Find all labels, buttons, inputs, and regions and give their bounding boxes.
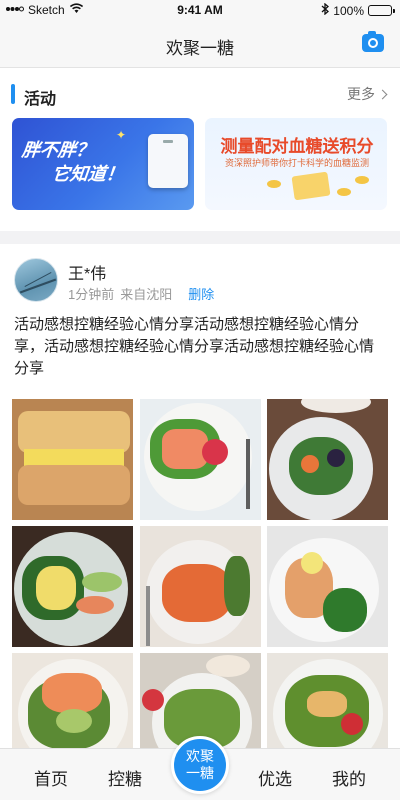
post-text: 活动感想控糖经验心情分享活动感想控糖经验心情分享，活动感想控糖经验心情分享活动感… [14, 316, 375, 377]
activity-section: 活动 更多 胖不胖？ 它知道！ ✦ 测量配对血糖送积分 资深照护师带你打卡科学的… [0, 68, 400, 231]
center-tab-line2: 一糖 [186, 765, 214, 781]
status-right: 100% [321, 2, 395, 18]
post-username[interactable]: 王*伟 [68, 260, 106, 284]
page-title: 欢聚一糖 [166, 39, 234, 58]
post-photo[interactable] [140, 526, 261, 647]
post-meta: 1分钟前 来自沈阳 删除 [68, 284, 214, 303]
center-tab-button[interactable]: 欢聚 一糖 [171, 736, 229, 794]
banner-line2: 它知道！ [50, 164, 125, 184]
post-photo[interactable] [267, 399, 388, 520]
activity-title: 活动 [24, 91, 57, 108]
coin-icon [337, 188, 351, 196]
post-photo[interactable] [267, 653, 388, 748]
more-link[interactable]: 更多 [347, 84, 388, 104]
topping [307, 691, 347, 717]
banner-subtitle: 资深照护师带你打卡科学的血糖监测 [224, 158, 369, 168]
salmon [162, 429, 208, 469]
scale-icon [148, 134, 188, 188]
post-photo[interactable] [140, 399, 261, 520]
feed-post: 王*伟 1分钟前 来自沈阳 删除 活动感想控糖经验心情分享活动感想控糖经验心情分… [0, 244, 400, 748]
status-bar: Sketch 9:41 AM 100% [0, 0, 400, 22]
radish [202, 439, 228, 465]
more-label: 更多 [347, 86, 375, 102]
post-photo[interactable] [12, 653, 133, 748]
wallet-icon [291, 171, 331, 201]
post-photo[interactable] [267, 526, 388, 647]
battery-percent: 100% [333, 3, 364, 18]
chevron-right-icon [377, 89, 388, 99]
carrot [301, 455, 319, 473]
activity-banner-scale[interactable]: 胖不胖？ 它知道！ ✦ [12, 118, 194, 210]
olive [327, 449, 345, 467]
avocado [82, 572, 122, 592]
coin-icon [355, 176, 369, 184]
lemon [301, 552, 323, 574]
dish [206, 655, 250, 677]
post-photo[interactable] [12, 399, 133, 520]
navigation-bar: 欢聚一糖 [0, 22, 400, 68]
sparkle-icon: ✦ [116, 128, 127, 142]
shrimp [162, 564, 232, 622]
strawberry [142, 689, 164, 711]
fork [246, 439, 250, 509]
post-photo[interactable] [140, 653, 261, 748]
post-photo[interactable] [12, 526, 133, 647]
center-tab-line1: 欢聚 [186, 748, 214, 764]
tab-home[interactable]: 首页 [16, 765, 86, 790]
greens [224, 556, 250, 616]
broccoli [323, 588, 367, 632]
tab-profile[interactable]: 我的 [314, 765, 384, 790]
sandwich-bottom [18, 465, 130, 505]
camera-lens [368, 38, 378, 48]
banner-headline: 测量配对血糖送积分 [220, 137, 374, 156]
shrimp [42, 673, 102, 713]
salmon [76, 596, 114, 614]
sandwich-top [18, 411, 130, 453]
egg-salad [36, 566, 76, 610]
tab-selection[interactable]: 优选 [240, 765, 310, 790]
activity-banner-glucose[interactable]: 测量配对血糖送积分 资深照护师带你打卡科学的血糖监测 [205, 118, 387, 210]
fork [146, 586, 150, 646]
tomato [341, 713, 363, 735]
avatar[interactable] [14, 258, 58, 302]
camera-icon[interactable] [362, 31, 384, 52]
post-time: 1分钟前 [68, 287, 115, 302]
coin-icon [267, 180, 281, 188]
battery-icon [368, 5, 395, 16]
broccoli [289, 437, 353, 495]
bluetooth-icon [321, 2, 330, 18]
post-location: 来自沈阳 [120, 287, 173, 302]
delete-button[interactable]: 删除 [188, 284, 214, 303]
tab-sugar-control[interactable]: 控糖 [90, 765, 160, 790]
avocado [56, 709, 92, 733]
section-accent-bar [11, 84, 15, 104]
banner-line1: 胖不胖？ [20, 140, 95, 160]
scale-display [163, 140, 173, 143]
bowl [301, 399, 371, 413]
